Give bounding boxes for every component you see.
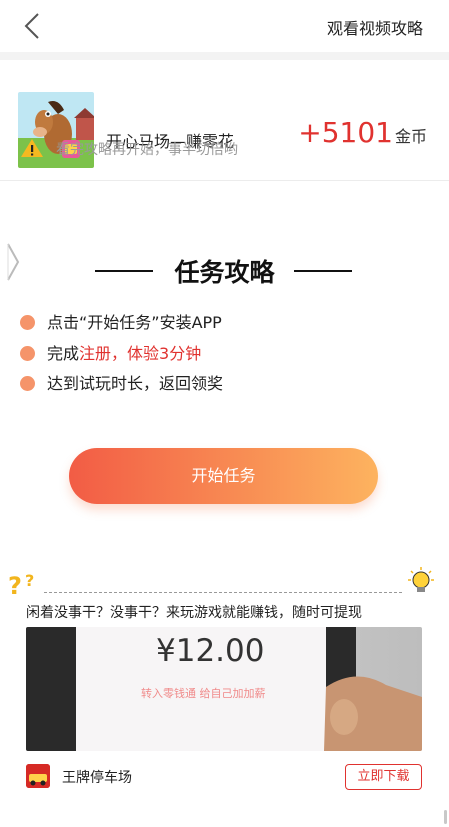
promo-image[interactable]: ¥12.00 转入零钱通 给自己加加薪: [26, 627, 422, 751]
step-text: 达到试玩时长，返回领奖: [47, 374, 224, 393]
question-marks-icon: ? ?: [8, 571, 34, 598]
reward: +5101 金币: [298, 116, 427, 149]
step-bullet: [20, 315, 35, 330]
back-arrow-icon[interactable]: [18, 10, 48, 42]
step-bullet: [20, 346, 35, 361]
step-bullet: [20, 376, 35, 391]
app-info-row: 开心马场—赚零花 +5101 金币: [0, 60, 449, 181]
promo-image-caption: 转入零钱通 给自己加加薪: [141, 687, 266, 700]
title-line-right: [294, 270, 352, 272]
svg-text:?: ?: [8, 572, 22, 598]
game-icon: [26, 764, 50, 788]
step-highlight: 注册，体验3分钟: [79, 344, 202, 363]
reward-amount: +5101: [298, 116, 393, 149]
guide-title: 任务攻略: [174, 258, 275, 287]
scrollbar-thumb[interactable]: [444, 810, 447, 824]
step-3: 达到试玩时长，返回领奖: [20, 370, 223, 394]
step-text: 点击“开始任务”安装APP: [47, 313, 222, 332]
download-button[interactable]: 立即下载: [345, 764, 422, 790]
step-2: 完成注册，体验3分钟: [20, 340, 201, 364]
promo-image-amount: ¥12.00: [156, 633, 265, 669]
reward-unit: 金币: [394, 127, 427, 146]
tip-text: 看完攻略再开始，事半功倍哟: [56, 142, 238, 158]
step-text: 完成: [47, 344, 80, 363]
video-guide-link[interactable]: 观看视频攻略: [327, 15, 423, 39]
promo-divider: [44, 592, 402, 593]
step-1: 点击“开始任务”安装APP: [20, 309, 222, 333]
warning-icon: [21, 139, 43, 157]
svg-text:?: ?: [25, 571, 34, 590]
game-name: 王牌停车场: [62, 770, 132, 786]
start-task-button[interactable]: 开始任务: [69, 448, 378, 504]
top-bar: 观看视频攻略: [0, 0, 449, 52]
lightbulb-icon: [408, 567, 434, 592]
promo-text: 闲着没事干？没事干？来玩游戏就能赚钱，随时可提现: [26, 605, 362, 621]
